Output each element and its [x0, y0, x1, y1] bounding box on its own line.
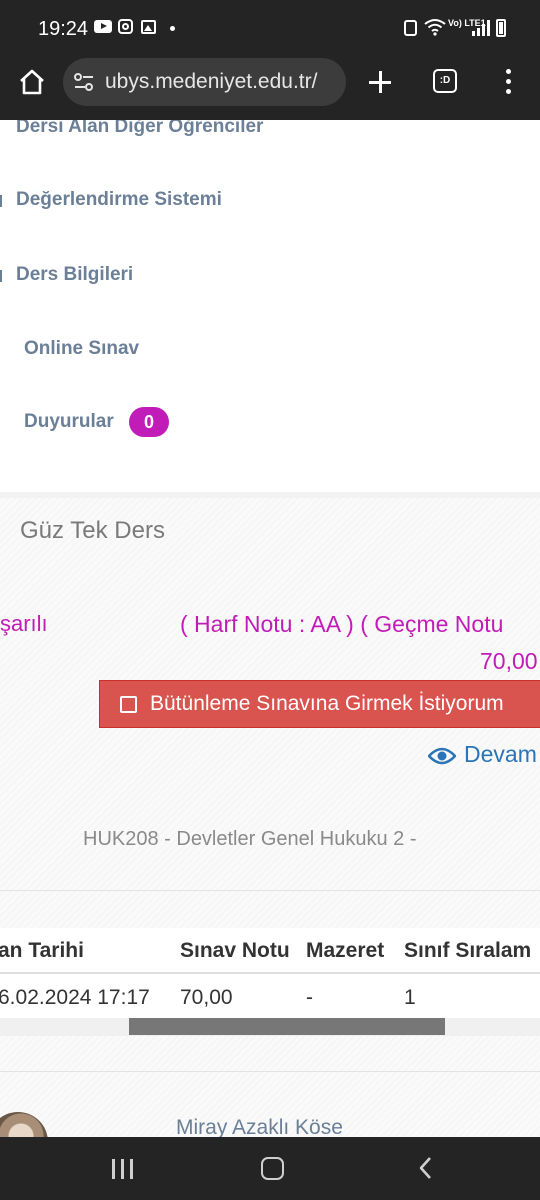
sidebar-item-label: Duyurular — [24, 411, 114, 433]
makeup-exam-button[interactable]: Bütünleme Sınavına Girmek İstiyorum — [99, 680, 540, 728]
youtube-icon — [94, 20, 112, 33]
bullet-icon — [0, 195, 2, 207]
sidebar-item-online-exam[interactable]: Online Sınav — [24, 338, 139, 360]
course-title: HUK208 - Devletler Genel Hukuku 2 - — [83, 828, 417, 850]
cell-score: 70,00 — [180, 986, 233, 1009]
notification-dot-icon — [170, 26, 175, 31]
address-bar[interactable]: ubys.medeniyet.edu.tr/ — [63, 58, 346, 106]
tab-switcher-button[interactable]: :D — [433, 69, 457, 93]
column-header-score: Sınav Notu — [180, 939, 290, 962]
attendance-link-label: Devam — [464, 741, 537, 767]
column-header-excuse: Mazeret — [306, 939, 385, 962]
grade-info: ( Harf Notu : AA ) ( Geçme Notu — [180, 611, 504, 637]
sidebar-item-label: Değerlendirme Sistemi — [16, 189, 222, 210]
pass-status: şarılı — [0, 611, 48, 636]
exam-table: an Tarihi Sınav Notu Mazeret Sınıf Sıral… — [0, 928, 540, 1036]
gallery-icon — [141, 20, 156, 34]
eye-icon — [428, 747, 456, 765]
signal-icon — [472, 20, 490, 36]
battery-saver-icon — [404, 20, 417, 36]
announcement-count-badge: 0 — [129, 407, 170, 437]
column-header-date: an Tarihi — [0, 939, 84, 962]
wifi-icon — [424, 19, 446, 36]
instructor-name[interactable]: Miray Azaklı Köse — [176, 1116, 343, 1137]
recent-apps-icon[interactable] — [112, 1159, 134, 1179]
divider — [0, 1071, 540, 1072]
sidebar-item-other-students[interactable]: Dersi Alan Diğer Öğrenciler — [16, 120, 263, 138]
cell-date: 6.02.2024 17:17 — [0, 986, 150, 1009]
instagram-icon — [118, 19, 133, 34]
column-header-rank: Sınıf Sıralam — [404, 939, 532, 962]
browser-toolbar: ubys.medeniyet.edu.tr/ :D — [0, 58, 540, 120]
page-content: Dersi Alan Diğer Öğrenciler Değerlendirm… — [0, 120, 540, 1137]
sidebar-item-grading-system[interactable]: Değerlendirme Sistemi — [16, 189, 222, 211]
sidebar-item-label: Dersi Alan Diğer Öğrenciler — [16, 120, 264, 137]
makeup-exam-label: Bütünleme Sınavına Girmek İstiyorum — [150, 692, 504, 715]
divider — [0, 890, 540, 891]
sidebar-item-label: Ders Bilgileri — [16, 264, 134, 285]
avatar — [0, 1112, 48, 1137]
more-menu-icon[interactable] — [504, 69, 512, 95]
battery-icon — [496, 19, 506, 37]
sidebar-item-announcements[interactable]: Duyurular 0 — [24, 407, 170, 437]
grade-value: 70,00 — [480, 648, 538, 674]
status-bar: 19:24 Vo) LTE1 — [0, 0, 540, 58]
back-icon[interactable] — [416, 1156, 436, 1180]
cell-rank: 1 — [404, 986, 416, 1009]
system-nav-bar — [0, 1137, 540, 1200]
course-panel: Güz Tek Ders şarılı ( Harf Notu : AA ) (… — [0, 498, 540, 1137]
attendance-link[interactable]: Devam — [428, 741, 537, 768]
checkbox-icon[interactable] — [120, 696, 137, 713]
table-header-border — [0, 972, 540, 974]
sidebar-item-label: Online Sınav — [24, 338, 140, 359]
url-text[interactable]: ubys.medeniyet.edu.tr/ — [105, 70, 341, 94]
site-settings-icon[interactable] — [73, 72, 95, 92]
cell-excuse: - — [306, 986, 313, 1009]
panel-title: Güz Tek Ders — [20, 517, 165, 544]
home-nav-icon[interactable] — [261, 1157, 284, 1180]
status-time: 19:24 — [38, 18, 89, 40]
new-tab-icon[interactable] — [366, 68, 394, 96]
sidebar-item-course-info[interactable]: Ders Bilgileri — [16, 264, 133, 286]
home-icon[interactable] — [16, 66, 48, 98]
scrollbar-thumb[interactable] — [129, 1018, 445, 1035]
bullet-icon — [0, 270, 2, 282]
